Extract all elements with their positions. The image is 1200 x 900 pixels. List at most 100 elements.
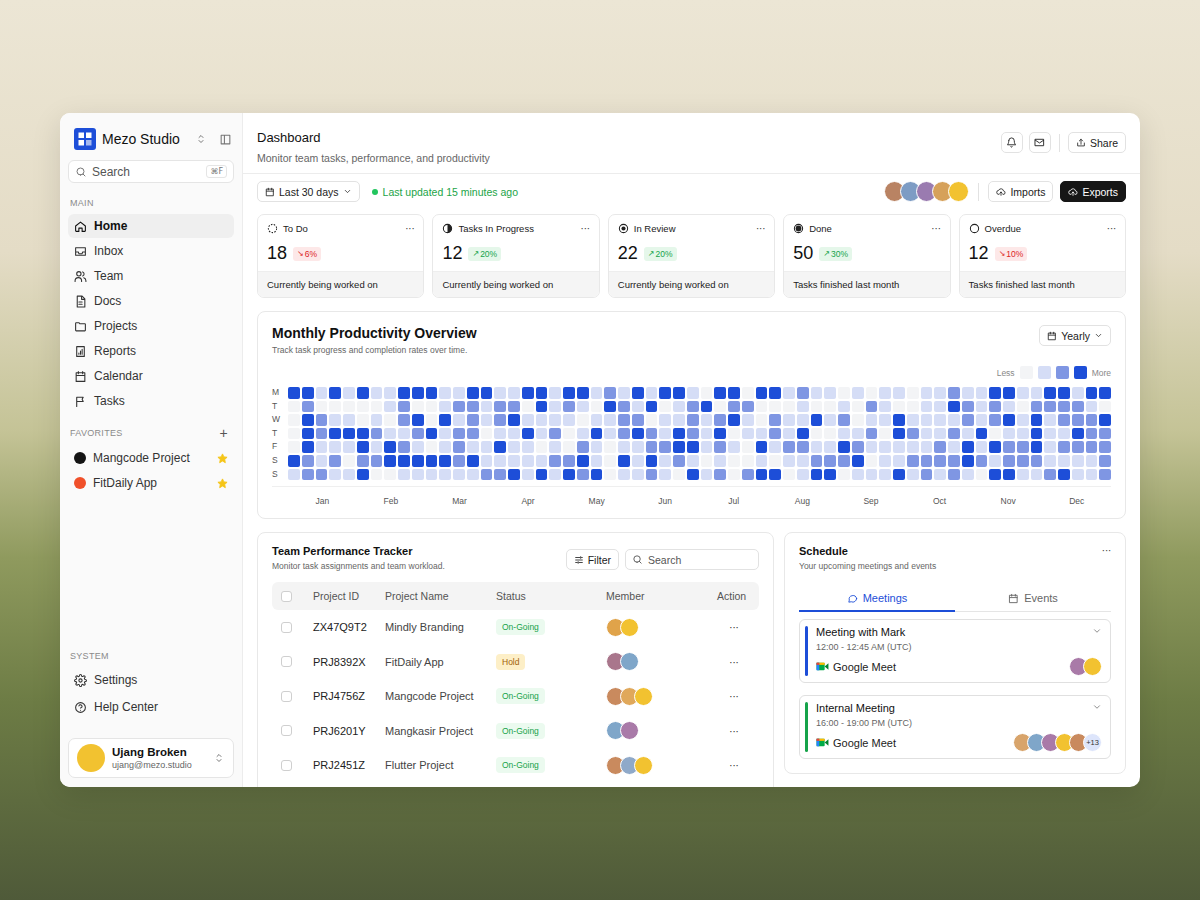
heatmap-cell[interactable]: [439, 387, 451, 399]
meeting-card[interactable]: Internal Meeting16:00 - 19:00 PM (UTC)Go…: [799, 695, 1111, 759]
heatmap-cell[interactable]: [976, 387, 988, 399]
heatmap-cell[interactable]: [756, 469, 768, 481]
table-row[interactable]: PRJ4756ZMangcode ProjectOn-Going···: [272, 679, 759, 714]
heatmap-cell[interactable]: [1031, 455, 1043, 467]
heatmap-cell[interactable]: [646, 455, 658, 467]
heatmap-cell[interactable]: [646, 441, 658, 453]
heatmap-cell[interactable]: [549, 469, 561, 481]
heatmap-cell[interactable]: [1086, 401, 1098, 413]
heatmap-cell[interactable]: [384, 469, 396, 481]
heatmap-cell[interactable]: [728, 401, 740, 413]
user-card[interactable]: Ujang Brokenujang@mezo.studio: [68, 738, 234, 778]
nav-item[interactable]: Team: [68, 264, 234, 288]
heatmap-cell[interactable]: [769, 469, 781, 481]
select-all-checkbox[interactable]: [281, 591, 292, 602]
heatmap-cell[interactable]: [1086, 469, 1098, 481]
heatmap-cell[interactable]: [1044, 441, 1056, 453]
heatmap-cell[interactable]: [316, 441, 328, 453]
heatmap-cell[interactable]: [522, 401, 534, 413]
heatmap-cell[interactable]: [453, 428, 465, 440]
heatmap-cell[interactable]: [494, 414, 506, 426]
heatmap-cell[interactable]: [948, 428, 960, 440]
heatmap-cell[interactable]: [563, 428, 575, 440]
heatmap-cell[interactable]: [604, 428, 616, 440]
heatmap-cell[interactable]: [1058, 469, 1070, 481]
heatmap-cell[interactable]: [1058, 401, 1070, 413]
heatmap-cell[interactable]: [838, 387, 850, 399]
heatmap-cell[interactable]: [687, 455, 699, 467]
heatmap-cell[interactable]: [453, 441, 465, 453]
more-button[interactable]: ···: [405, 223, 415, 234]
heatmap-cell[interactable]: [398, 428, 410, 440]
row-checkbox[interactable]: [281, 622, 292, 633]
heatmap-cell[interactable]: [302, 469, 314, 481]
heatmap-cell[interactable]: [384, 455, 396, 467]
heatmap-cell[interactable]: [591, 387, 603, 399]
heatmap-cell[interactable]: [302, 455, 314, 467]
workspace-switcher[interactable]: Mezo Studio: [68, 127, 234, 151]
heatmap-cell[interactable]: [618, 387, 630, 399]
heatmap-cell[interactable]: [879, 455, 891, 467]
messages-button[interactable]: [1029, 132, 1051, 153]
heatmap-cell[interactable]: [439, 414, 451, 426]
heatmap-cell[interactable]: [412, 455, 424, 467]
more-button[interactable]: ···: [931, 223, 941, 234]
heatmap-cell[interactable]: [728, 387, 740, 399]
heatmap-cell[interactable]: [701, 441, 713, 453]
heatmap-cell[interactable]: [1017, 428, 1029, 440]
heatmap-cell[interactable]: [866, 428, 878, 440]
heatmap-cell[interactable]: [866, 455, 878, 467]
heatmap-cell[interactable]: [591, 428, 603, 440]
heatmap-cell[interactable]: [797, 414, 809, 426]
heatmap-cell[interactable]: [1003, 469, 1015, 481]
heatmap-cell[interactable]: [591, 455, 603, 467]
heatmap-cell[interactable]: [549, 387, 561, 399]
avatar-stack[interactable]: [884, 181, 969, 202]
heatmap-cell[interactable]: [604, 469, 616, 481]
heatmap-cell[interactable]: [412, 428, 424, 440]
heatmap-cell[interactable]: [783, 387, 795, 399]
heatmap-cell[interactable]: [329, 441, 341, 453]
heatmap-cell[interactable]: [976, 401, 988, 413]
table-search-field[interactable]: Search: [625, 549, 759, 570]
imports-button[interactable]: Imports: [988, 181, 1053, 202]
attendee-stack[interactable]: [1069, 657, 1102, 676]
heatmap-cell[interactable]: [604, 387, 616, 399]
heatmap-cell[interactable]: [412, 469, 424, 481]
heatmap-cell[interactable]: [371, 428, 383, 440]
heatmap-cell[interactable]: [989, 414, 1001, 426]
heatmap-cell[interactable]: [549, 455, 561, 467]
heatmap-cell[interactable]: [508, 387, 520, 399]
heatmap-cell[interactable]: [673, 441, 685, 453]
heatmap-cell[interactable]: [948, 469, 960, 481]
heatmap-cell[interactable]: [288, 441, 300, 453]
heatmap-cell[interactable]: [549, 441, 561, 453]
row-checkbox[interactable]: [281, 725, 292, 736]
heatmap-cell[interactable]: [934, 387, 946, 399]
heatmap-cell[interactable]: [769, 441, 781, 453]
heatmap-cell[interactable]: [1044, 428, 1056, 440]
heatmap-cell[interactable]: [1072, 469, 1084, 481]
heatmap-cell[interactable]: [659, 469, 671, 481]
heatmap-cell[interactable]: [549, 401, 561, 413]
heatmap-cell[interactable]: [371, 414, 383, 426]
heatmap-cell[interactable]: [357, 387, 369, 399]
heatmap-cell[interactable]: [962, 387, 974, 399]
heatmap-cell[interactable]: [934, 428, 946, 440]
heatmap-cell[interactable]: [701, 469, 713, 481]
heatmap-cell[interactable]: [866, 401, 878, 413]
heatmap-cell[interactable]: [536, 428, 548, 440]
heatmap-cell[interactable]: [893, 441, 905, 453]
heatmap-cell[interactable]: [824, 455, 836, 467]
heatmap-cell[interactable]: [824, 441, 836, 453]
heatmap-cell[interactable]: [962, 401, 974, 413]
nav-item[interactable]: Inbox: [68, 239, 234, 263]
heatmap-cell[interactable]: [879, 428, 891, 440]
heatmap-cell[interactable]: [879, 469, 891, 481]
heatmap-cell[interactable]: [1031, 428, 1043, 440]
heatmap-cell[interactable]: [563, 387, 575, 399]
heatmap-cell[interactable]: [1003, 428, 1015, 440]
heatmap-cell[interactable]: [824, 428, 836, 440]
heatmap-cell[interactable]: [357, 441, 369, 453]
heatmap-cell[interactable]: [701, 401, 713, 413]
